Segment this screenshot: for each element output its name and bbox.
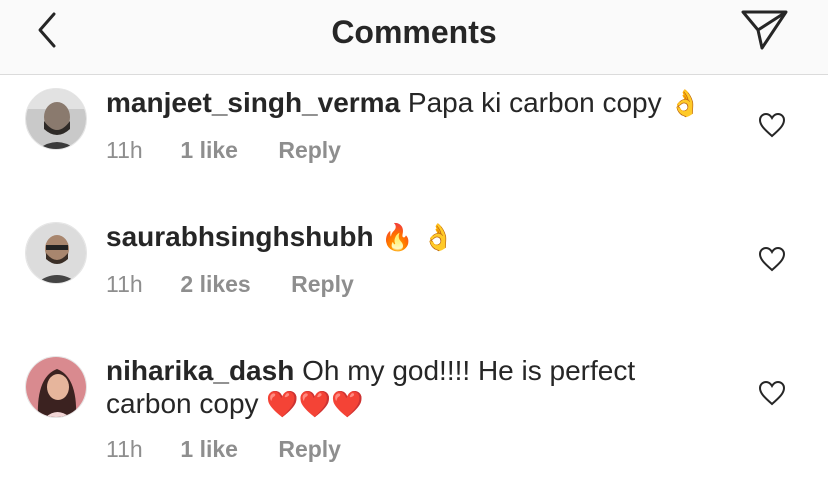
like-button[interactable] bbox=[758, 380, 786, 406]
avatar[interactable] bbox=[25, 356, 87, 418]
header-bar: Comments bbox=[0, 0, 828, 75]
heart-outline-icon bbox=[758, 246, 786, 272]
comment-time: 11h bbox=[106, 436, 143, 462]
avatar[interactable] bbox=[25, 88, 87, 150]
heart-emojis: ❤️❤️❤️ bbox=[266, 390, 364, 420]
profile-photo bbox=[26, 357, 86, 417]
like-button[interactable] bbox=[758, 112, 786, 138]
comment-text: niharika_dash Oh my god!!!! He is perfec… bbox=[106, 354, 706, 422]
avatar[interactable] bbox=[25, 222, 87, 284]
fire-ok-emojis: 🔥 👌 bbox=[381, 223, 455, 253]
profile-photo bbox=[26, 223, 86, 283]
comment-username[interactable]: manjeet_singh_verma bbox=[106, 87, 400, 118]
comment-meta: 11h 2 likes Reply bbox=[106, 271, 354, 298]
comment-body: Papa ki carbon copy bbox=[407, 87, 662, 118]
paper-plane-icon bbox=[741, 10, 788, 50]
comment-time: 11h bbox=[106, 137, 143, 163]
comment-time: 11h bbox=[106, 271, 143, 297]
reply-button[interactable]: Reply bbox=[291, 271, 354, 298]
like-button[interactable] bbox=[758, 246, 786, 272]
reply-button[interactable]: Reply bbox=[278, 137, 341, 164]
ok-hand-emoji: 👌 bbox=[669, 89, 702, 119]
heart-outline-icon bbox=[758, 112, 786, 138]
comment-likes[interactable]: 2 likes bbox=[180, 271, 250, 298]
profile-photo bbox=[26, 89, 86, 149]
comment-text: manjeet_singh_verma Papa ki carbon copy … bbox=[106, 86, 706, 121]
comment-username[interactable]: saurabhsinghshubh bbox=[106, 221, 374, 252]
comment-meta: 11h 1 like Reply bbox=[106, 137, 341, 164]
reply-button[interactable]: Reply bbox=[278, 436, 341, 463]
comment-username[interactable]: niharika_dash bbox=[106, 355, 294, 386]
page-title: Comments bbox=[331, 14, 497, 50]
comment-likes[interactable]: 1 like bbox=[180, 436, 238, 463]
share-button[interactable] bbox=[740, 8, 790, 52]
comment-meta: 11h 1 like Reply bbox=[106, 436, 341, 463]
comment-likes[interactable]: 1 like bbox=[180, 137, 238, 164]
heart-outline-icon bbox=[758, 380, 786, 406]
comment-text: saurabhsinghshubh 🔥 👌 bbox=[106, 220, 706, 255]
